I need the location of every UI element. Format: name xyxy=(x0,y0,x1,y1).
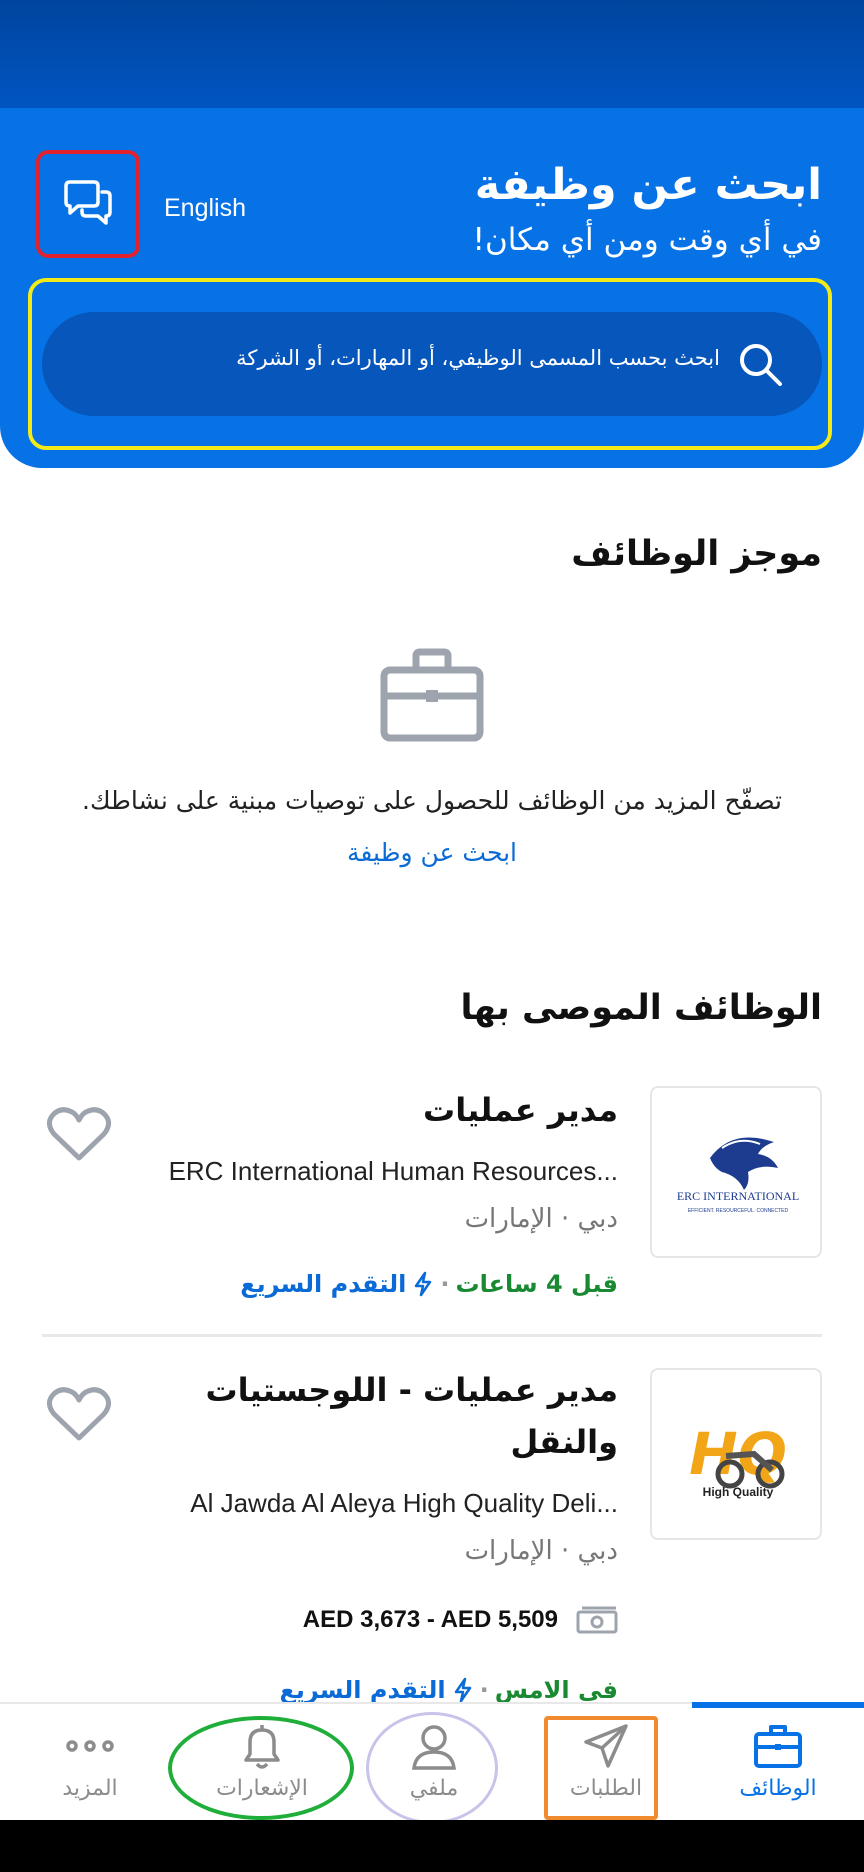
feed-title: موجز الوظائف xyxy=(571,534,822,574)
applications-highlight xyxy=(544,1716,658,1820)
briefcase-icon xyxy=(380,648,484,742)
easy-apply-label: التقدم السريع xyxy=(240,1270,434,1298)
chat-icon xyxy=(64,180,112,225)
divider xyxy=(42,1334,822,1337)
job-title[interactable]: مدير عمليات - اللوجستيات والنقل xyxy=(198,1364,618,1468)
posted-time: في الامس xyxy=(494,1676,618,1704)
job-location: دبي · الإمارات xyxy=(464,1204,618,1234)
company-logo: HQ High Quality xyxy=(650,1368,822,1540)
job-company: Al Jawda Al Aleya High Quality Deli... xyxy=(190,1488,618,1518)
profile-highlight xyxy=(366,1712,498,1824)
search-placeholder: ابحث بحسب المسمى الوظيفي، أو المهارات، أ… xyxy=(236,346,720,370)
page-subtitle: في أي وقت ومن أي مكان! xyxy=(472,222,822,258)
job-meta: قبل 4 ساعات·التقدم السريع xyxy=(240,1270,618,1298)
job-salary: AED 3,673 - AED 5,509 xyxy=(303,1606,618,1634)
lightning-icon xyxy=(415,1271,432,1297)
lightning-icon xyxy=(454,1677,471,1703)
logo-tagline: EFFICIENT. RESOURCEFUL. CONNECTED xyxy=(688,1208,789,1214)
recommended-title: الوظائف الموصى بها xyxy=(460,988,822,1028)
posted-time: قبل 4 ساعات xyxy=(455,1270,619,1298)
system-navigation-bar xyxy=(0,1820,864,1872)
job-location: دبي · الإمارات xyxy=(464,1536,618,1566)
salary-range: AED 3,673 - AED 5,509 xyxy=(302,1606,558,1633)
briefcase-icon xyxy=(754,1725,802,1768)
logo-text: ERC INTERNATIONAL xyxy=(677,1189,799,1203)
find-job-link[interactable]: ابحث عن وظيفة xyxy=(0,838,864,867)
bottom-nav: الوظائف الطلبات ملفي الإشعارات المزيد xyxy=(0,1702,864,1824)
nav-tab-jobs[interactable]: الوظائف xyxy=(692,1704,864,1822)
more-icon xyxy=(66,1740,114,1752)
search-icon xyxy=(740,344,782,386)
language-switch-link[interactable]: English xyxy=(164,194,246,223)
chat-button[interactable] xyxy=(36,150,140,258)
job-title[interactable]: مدير عمليات xyxy=(423,1084,618,1136)
search-input[interactable]: ابحث بحسب المسمى الوظيفي، أو المهارات، أ… xyxy=(42,312,822,416)
save-job-heart-icon[interactable] xyxy=(46,1384,112,1444)
page-title: ابحث عن وظيفة xyxy=(474,160,822,210)
money-icon xyxy=(576,1606,618,1634)
logo-tagline: High Quality xyxy=(703,1485,774,1499)
nav-tab-more[interactable]: المزيد xyxy=(4,1704,176,1822)
status-bar xyxy=(0,0,864,108)
nav-label-more: المزيد xyxy=(62,1776,118,1801)
job-meta: في الامس·التقدم السريع xyxy=(279,1676,618,1704)
nav-label-jobs: الوظائف xyxy=(739,1776,817,1801)
header: ابحث عن وظيفة في أي وقت ومن أي مكان! Eng… xyxy=(0,108,864,468)
company-logo: ERC INTERNATIONAL EFFICIENT. RESOURCEFUL… xyxy=(650,1086,822,1258)
save-job-heart-icon[interactable] xyxy=(46,1104,112,1164)
feed-empty-message: تصفّح المزيد من الوظائف للحصول على توصيا… xyxy=(82,786,782,815)
job-company: ERC International Human Resources... xyxy=(168,1156,618,1186)
notifications-highlight xyxy=(168,1716,354,1820)
easy-apply-label: التقدم السريع xyxy=(280,1676,474,1704)
